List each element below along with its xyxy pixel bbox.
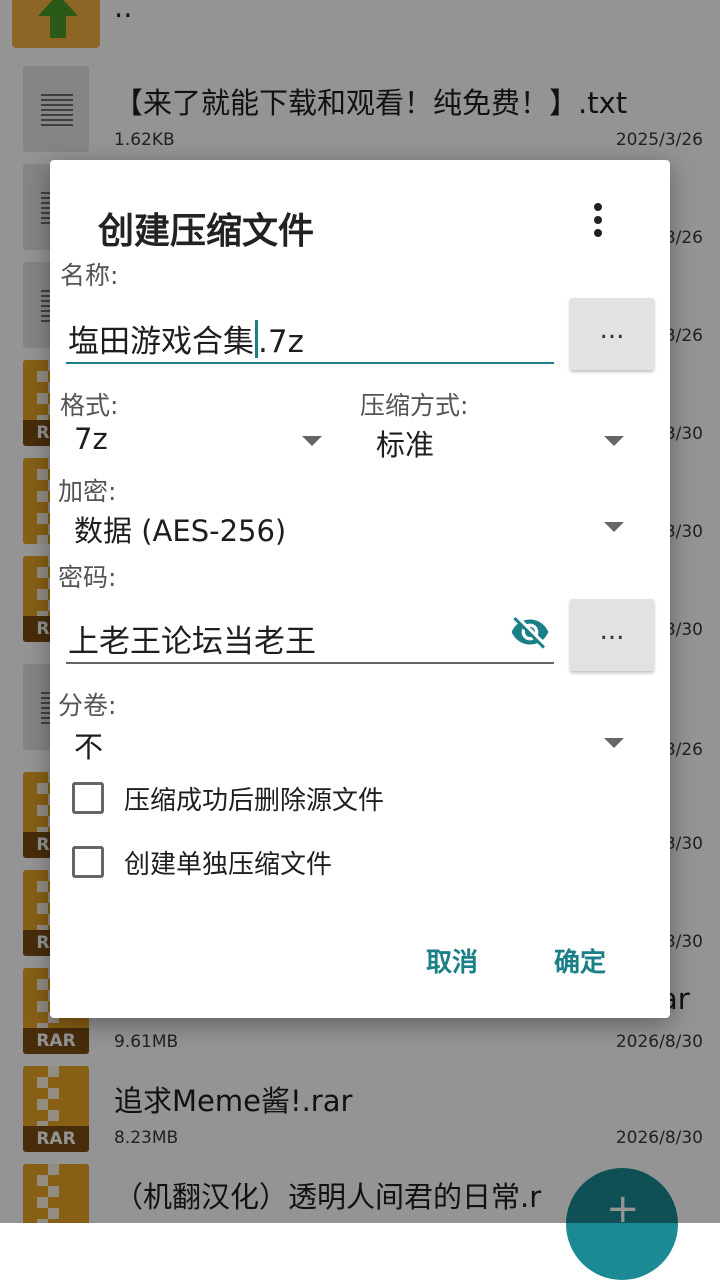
format-label: 格式: bbox=[60, 391, 119, 420]
password-input[interactable]: 上老王论坛当老王 bbox=[66, 610, 554, 664]
chevron-down-icon bbox=[604, 738, 624, 748]
name-text-after-cursor: .7z bbox=[258, 324, 304, 360]
compression-method-dropdown[interactable]: 标准 bbox=[376, 422, 626, 462]
dialog-title: 创建压缩文件 bbox=[98, 211, 315, 252]
delete-source-checkbox[interactable] bbox=[72, 782, 104, 814]
compression-method-value: 标准 bbox=[376, 428, 435, 462]
browse-path-button[interactable]: ... bbox=[570, 298, 654, 370]
name-text-before-cursor: 塩田游戏合集 bbox=[68, 324, 254, 360]
split-volume-label: 分卷: bbox=[58, 691, 117, 720]
create-archive-dialog: 创建压缩文件 名称: 塩田游戏合集 .7z ... 格式: 7z 压缩方式: 标准… bbox=[50, 160, 670, 1018]
password-options-button[interactable]: ... bbox=[570, 599, 654, 671]
format-dropdown[interactable]: 7z bbox=[74, 422, 324, 462]
encryption-label: 加密: bbox=[58, 477, 117, 506]
password-label: 密码: bbox=[58, 563, 117, 592]
separate-archives-label: 创建单独压缩文件 bbox=[124, 850, 333, 880]
archive-name-input[interactable]: 塩田游戏合集 .7z bbox=[66, 310, 554, 364]
delete-source-label: 压缩成功后删除源文件 bbox=[124, 786, 385, 816]
split-volume-value: 不 bbox=[74, 730, 104, 764]
compression-method-label: 压缩方式: bbox=[360, 391, 469, 420]
encryption-value: 数据 (AES-256) bbox=[74, 514, 287, 548]
ok-button[interactable]: 确定 bbox=[554, 942, 606, 979]
split-volume-dropdown[interactable]: 不 bbox=[74, 724, 626, 764]
visibility-off-icon[interactable] bbox=[506, 612, 554, 652]
chevron-down-icon bbox=[604, 522, 624, 532]
encryption-dropdown[interactable]: 数据 (AES-256) bbox=[74, 508, 626, 548]
format-value: 7z bbox=[74, 422, 108, 456]
more-vert-icon[interactable] bbox=[586, 200, 610, 240]
cancel-button[interactable]: 取消 bbox=[426, 942, 478, 979]
chevron-down-icon bbox=[604, 436, 624, 446]
password-text: 上老王论坛当老王 bbox=[68, 624, 316, 660]
name-label: 名称: bbox=[60, 261, 119, 290]
separate-archives-checkbox[interactable] bbox=[72, 846, 104, 878]
chevron-down-icon bbox=[302, 436, 322, 446]
